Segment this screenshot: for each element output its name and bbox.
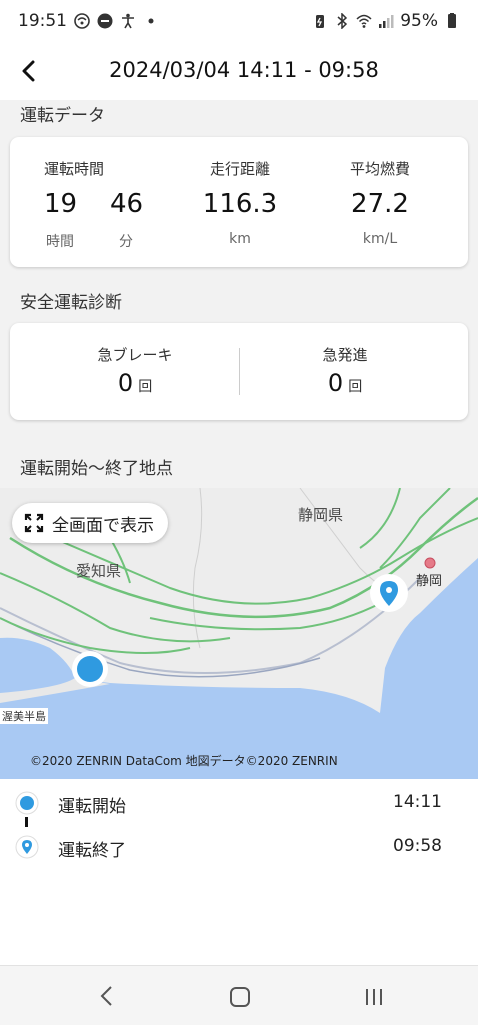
fuel-unit: km/L <box>362 231 398 247</box>
expand-icon <box>24 513 44 533</box>
sudden-start-unit: 回 <box>348 379 363 395</box>
battery-percent: 95% <box>400 11 438 31</box>
sudden-start-count: 0 <box>327 369 344 397</box>
city-dot-icon <box>424 557 436 569</box>
system-nav-bar <box>0 965 478 1025</box>
driving-data-title: 運転データ <box>20 106 105 126</box>
wifi-calling-icon <box>74 13 90 29</box>
fuel-value: 27.2 <box>351 189 409 219</box>
map-label-atsumi: 渥美半島 <box>0 708 48 724</box>
distance-value: 116.3 <box>202 189 278 219</box>
dot-icon <box>148 18 154 24</box>
map-label-shizuoka-pref: 静岡県 <box>298 506 344 524</box>
status-time: 19:51 <box>18 11 67 31</box>
sudden-start-label: 急発進 <box>322 346 368 364</box>
battery-saver-icon <box>316 15 325 28</box>
driving-time-label: 運転時間 <box>44 160 105 178</box>
safety-title: 安全運転診断 <box>20 293 122 313</box>
bluetooth-icon <box>337 13 348 29</box>
fullscreen-label: 全画面で表示 <box>52 515 154 536</box>
hard-brake-unit: 回 <box>138 379 153 395</box>
start-marker <box>77 656 103 682</box>
end-point-icon <box>15 835 39 859</box>
route-points: 運転開始 14:11 運転終了 09:58 <box>0 779 478 965</box>
divider <box>239 348 240 395</box>
status-bar: 19:51 95% <box>0 0 478 42</box>
nav-recents-icon[interactable] <box>363 986 385 1008</box>
driving-data-card: 運転時間 19 46 時間 分 走行距離 116.3 km 平均燃費 27.2 … <box>10 137 468 267</box>
hard-brake-count: 0 <box>117 369 134 397</box>
signal-icon <box>379 15 394 28</box>
map-label-aichi-pref: 愛知県 <box>76 562 122 580</box>
route-map[interactable]: 静岡県 愛知県 静岡 渥美半島 全画面で表示 ©2020 ZENRIN Data… <box>0 488 478 779</box>
start-point-row: 運転開始 14:11 <box>0 789 478 819</box>
driving-hours-value: 19 <box>44 189 78 219</box>
wifi-icon <box>356 14 372 28</box>
distance-label: 走行距離 <box>209 160 270 178</box>
accessibility-icon <box>122 13 134 29</box>
end-point-label: 運転終了 <box>58 841 126 861</box>
fullscreen-button[interactable]: 全画面で表示 <box>12 503 168 543</box>
battery-icon <box>448 13 456 28</box>
page-title: 2024/03/04 14:11 - 09:58 <box>109 58 379 82</box>
nav-back-icon[interactable] <box>97 984 117 1008</box>
driving-minutes-value: 46 <box>110 189 144 219</box>
nav-home-icon[interactable] <box>229 986 251 1008</box>
route-connector <box>25 817 28 827</box>
end-point-row: 運転終了 09:58 <box>0 833 478 863</box>
distance-unit: km <box>229 231 251 247</box>
hard-brake-count-row: 0 回 <box>60 369 210 397</box>
start-point-time: 14:11 <box>393 792 442 812</box>
start-point-icon <box>15 791 39 815</box>
hard-brake-label: 急ブレーキ <box>97 346 173 364</box>
map-section-title: 運転開始〜終了地点 <box>20 459 173 479</box>
do-not-disturb-icon <box>97 13 113 29</box>
map-copyright: ©2020 ZENRIN DataCom 地図データ©2020 ZENRIN <box>30 754 338 768</box>
safety-card: 急ブレーキ 0 回 急発進 0 回 <box>10 323 468 420</box>
sudden-start-count-row: 0 回 <box>270 369 420 397</box>
end-point-time: 09:58 <box>393 836 442 856</box>
fuel-label: 平均燃費 <box>349 160 410 178</box>
app-header: 2024/03/04 14:11 - 09:58 <box>0 42 478 100</box>
start-point-label: 運転開始 <box>58 797 126 817</box>
map-label-shizuoka-city: 静岡 <box>416 574 443 589</box>
hours-unit: 時間 <box>46 234 74 250</box>
minutes-unit: 分 <box>119 234 133 250</box>
